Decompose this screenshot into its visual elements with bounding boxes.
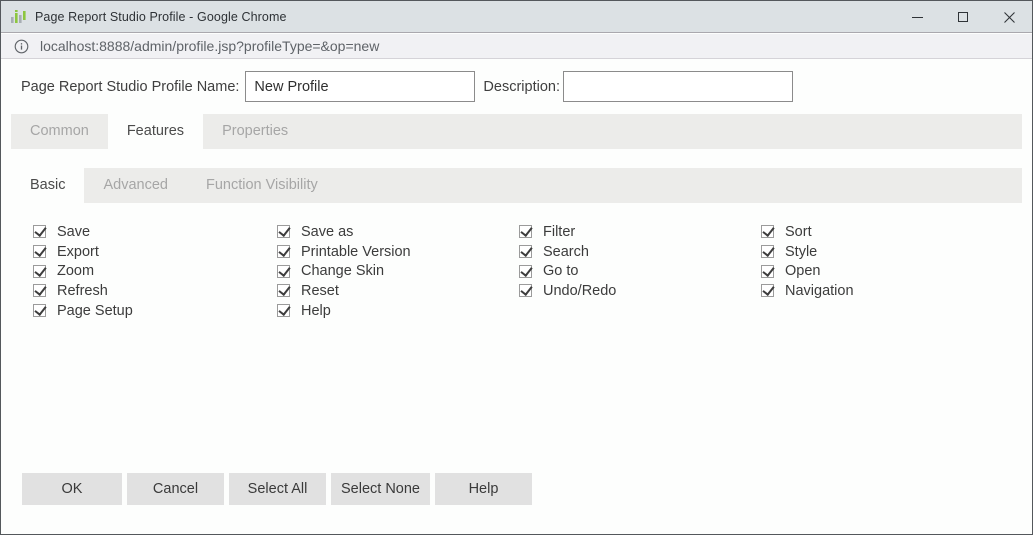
- feature-column-1: Save Export Zoom Refresh Page Setup: [33, 222, 133, 320]
- page-content: Page Report Studio Profile Name: Descrip…: [1, 60, 1032, 534]
- feature-label: Open: [785, 263, 821, 280]
- tab-features[interactable]: Features: [107, 114, 204, 149]
- url-bar: localhost:8888/admin/profile.jsp?profile…: [1, 34, 1032, 59]
- minimize-button[interactable]: [894, 1, 940, 33]
- action-button-row: OK Cancel Select All Select None Help: [22, 473, 532, 505]
- feature-label: Reset: [301, 282, 339, 299]
- feature-column-3: Filter Search Go to Undo/Redo: [519, 222, 616, 301]
- feature-label: Change Skin: [301, 263, 385, 280]
- save-checkbox[interactable]: [33, 225, 46, 239]
- zoom-checkbox[interactable]: [33, 264, 46, 278]
- refresh-checkbox[interactable]: [33, 284, 46, 298]
- filter-checkbox[interactable]: [519, 225, 532, 239]
- description-label: Description:: [483, 78, 560, 95]
- profile-form-row: Page Report Studio Profile Name: Descrip…: [21, 71, 793, 102]
- maximize-button[interactable]: [940, 1, 986, 33]
- window-controls: [894, 1, 1032, 33]
- feature-checkbox-undo-redo[interactable]: Undo/Redo: [519, 281, 616, 301]
- feature-checkbox-open[interactable]: Open: [761, 261, 854, 281]
- feature-checkbox-go-to[interactable]: Go to: [519, 261, 616, 281]
- page-setup-checkbox[interactable]: [33, 304, 46, 318]
- feature-checkbox-save[interactable]: Save: [33, 222, 133, 242]
- close-button[interactable]: [986, 1, 1032, 33]
- feature-checkbox-sort[interactable]: Sort: [761, 222, 854, 242]
- feature-checkbox-navigation[interactable]: Navigation: [761, 281, 854, 301]
- feature-checkbox-help[interactable]: Help: [277, 301, 411, 321]
- feature-checkbox-export[interactable]: Export: [33, 242, 133, 262]
- reset-checkbox[interactable]: [277, 284, 290, 298]
- url-text[interactable]: localhost:8888/admin/profile.jsp?profile…: [40, 38, 379, 54]
- feature-label: Filter: [543, 223, 576, 240]
- feature-label: Go to: [543, 263, 579, 280]
- open-checkbox[interactable]: [761, 264, 774, 278]
- feature-label: Refresh: [57, 282, 108, 299]
- feature-label: Save: [57, 223, 91, 240]
- change-skin-checkbox[interactable]: [277, 264, 290, 278]
- feature-checkbox-refresh[interactable]: Refresh: [33, 281, 133, 301]
- export-checkbox[interactable]: [33, 245, 46, 259]
- go-to-checkbox[interactable]: [519, 264, 532, 278]
- feature-checkbox-filter[interactable]: Filter: [519, 222, 616, 242]
- sub-tab-strip: Basic Advanced Function Visibility: [11, 168, 1022, 203]
- title-bar: Page Report Studio Profile - Google Chro…: [1, 1, 1032, 33]
- description-input[interactable]: [562, 71, 793, 102]
- printable-version-checkbox[interactable]: [277, 245, 290, 259]
- feature-label: Printable Version: [301, 243, 411, 260]
- sort-checkbox[interactable]: [761, 225, 774, 239]
- undo-redo-checkbox[interactable]: [519, 284, 532, 298]
- save-as-checkbox[interactable]: [277, 225, 290, 239]
- profile-name-input[interactable]: [245, 71, 476, 102]
- select-none-button[interactable]: Select None: [331, 473, 430, 505]
- feature-label: Zoom: [57, 263, 95, 280]
- minimize-icon: [911, 16, 923, 18]
- style-checkbox[interactable]: [761, 245, 774, 259]
- cancel-button[interactable]: Cancel: [127, 473, 224, 505]
- feature-label: Sort: [785, 223, 812, 240]
- tab-common[interactable]: Common: [11, 114, 108, 149]
- ok-button[interactable]: OK: [22, 473, 122, 505]
- maximize-icon: [958, 12, 968, 22]
- navigation-checkbox[interactable]: [761, 284, 774, 298]
- subtab-basic[interactable]: Basic: [11, 168, 85, 203]
- feature-checkbox-page-setup[interactable]: Page Setup: [33, 301, 133, 321]
- feature-checkbox-change-skin[interactable]: Change Skin: [277, 261, 411, 281]
- profile-name-label: Page Report Studio Profile Name:: [21, 78, 240, 95]
- help-checkbox[interactable]: [277, 304, 290, 318]
- feature-label: Style: [785, 243, 818, 260]
- feature-label: Navigation: [785, 282, 854, 299]
- info-icon[interactable]: [14, 39, 29, 54]
- window-title: Page Report Studio Profile - Google Chro…: [35, 9, 287, 24]
- main-tab-strip: Common Features Properties: [11, 114, 1022, 149]
- search-checkbox[interactable]: [519, 245, 532, 259]
- chrome-popup-window: Page Report Studio Profile - Google Chro…: [0, 0, 1033, 535]
- tab-properties[interactable]: Properties: [203, 114, 307, 149]
- feature-checkbox-style[interactable]: Style: [761, 242, 854, 262]
- select-all-button[interactable]: Select All: [229, 473, 326, 505]
- feature-label: Export: [57, 243, 99, 260]
- subtab-function-visibility[interactable]: Function Visibility: [187, 168, 337, 203]
- feature-label: Help: [301, 302, 331, 319]
- close-icon: [1003, 11, 1015, 23]
- feature-column-4: Sort Style Open Navigation: [761, 222, 854, 301]
- feature-label: Undo/Redo: [543, 282, 617, 299]
- subtab-advanced[interactable]: Advanced: [84, 168, 187, 203]
- equalizer-bars-icon: [10, 9, 26, 25]
- help-button[interactable]: Help: [435, 473, 532, 505]
- feature-checkbox-printable-version[interactable]: Printable Version: [277, 242, 411, 262]
- feature-label: Save as: [301, 223, 354, 240]
- feature-label: Page Setup: [57, 302, 133, 319]
- feature-checkbox-reset[interactable]: Reset: [277, 281, 411, 301]
- feature-checkbox-zoom[interactable]: Zoom: [33, 261, 133, 281]
- feature-column-2: Save as Printable Version Change Skin Re…: [277, 222, 411, 320]
- feature-label: Search: [543, 243, 589, 260]
- feature-checkbox-save-as[interactable]: Save as: [277, 222, 411, 242]
- feature-checkbox-search[interactable]: Search: [519, 242, 616, 262]
